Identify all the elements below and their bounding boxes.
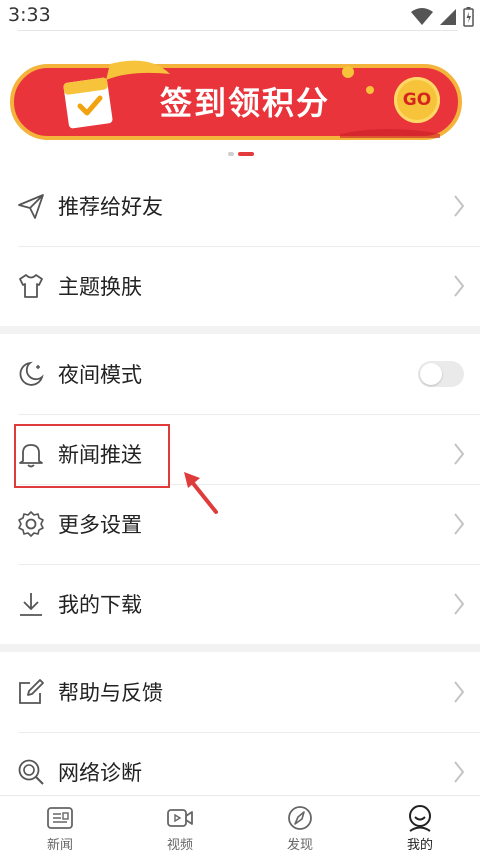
menu-item-night-mode[interactable]: 夜间模式	[0, 334, 480, 414]
annotation-arrow	[184, 472, 218, 514]
checkin-banner[interactable]: 签到领积分 GO	[10, 60, 462, 142]
status-bar: 3:33	[0, 0, 480, 32]
tab-video[interactable]: 视频	[120, 796, 240, 855]
tab-discover[interactable]: 发现	[240, 796, 360, 855]
status-time: 3:33	[8, 4, 51, 26]
menu-label-recommend: 推荐给好友	[58, 195, 163, 219]
download-icon	[20, 593, 42, 616]
tab-label-video: 视频	[166, 838, 193, 853]
menu-item-help[interactable]: 帮助与反馈	[0, 652, 480, 732]
tab-news[interactable]: 新闻	[0, 796, 120, 855]
status-icons	[411, 7, 474, 27]
profile-icon	[409, 805, 431, 832]
gear-icon	[18, 511, 44, 537]
night-mode-toggle[interactable]	[418, 361, 464, 387]
send-icon	[18, 194, 44, 219]
menu-item-recommend[interactable]: 推荐给好友	[0, 166, 480, 246]
go-button[interactable]: GO	[394, 77, 440, 123]
video-icon	[167, 809, 193, 827]
tshirt-icon	[19, 274, 43, 298]
menu-label-more-settings: 更多设置	[58, 513, 142, 537]
chevron-right-icon	[454, 275, 465, 297]
menu-label-network: 网络诊断	[58, 761, 142, 785]
chevron-right-icon	[454, 443, 465, 465]
tab-mine[interactable]: 我的	[360, 796, 480, 855]
wifi-icon	[411, 8, 433, 25]
chevron-right-icon	[454, 513, 465, 535]
tab-label-discover: 发现	[286, 838, 313, 853]
status-divider	[18, 30, 458, 31]
compass-icon	[288, 806, 312, 830]
chevron-right-icon	[454, 681, 465, 703]
menu-item-downloads[interactable]: 我的下载	[0, 564, 480, 644]
menu-label-help: 帮助与反馈	[58, 681, 163, 705]
menu-label-night: 夜间模式	[58, 363, 142, 387]
menu-label-theme: 主题换肤	[58, 275, 142, 299]
bottom-tab-bar: 新闻 视频 发现 我的	[0, 795, 480, 855]
pagination-dot-active	[238, 152, 254, 156]
menu-item-theme[interactable]: 主题换肤	[0, 246, 480, 326]
banner-pagination	[228, 152, 254, 156]
menu-label-downloads: 我的下载	[58, 593, 142, 617]
chevron-right-icon	[454, 593, 465, 615]
chevron-right-icon	[454, 195, 465, 217]
annotation-highlight-box	[14, 424, 170, 488]
signal-icon	[440, 9, 456, 25]
news-icon	[47, 807, 73, 829]
battery-icon	[463, 7, 474, 27]
banner-title: 签到领积分	[160, 84, 331, 122]
section-divider	[0, 644, 480, 652]
magnifier-icon	[18, 759, 44, 785]
calendar-icon	[63, 77, 113, 129]
edit-icon	[19, 679, 44, 704]
chevron-right-icon	[454, 761, 465, 783]
tab-label-news: 新闻	[46, 838, 73, 853]
section-divider	[0, 326, 480, 334]
toggle-knob	[420, 363, 442, 385]
menu-item-more-settings[interactable]: 更多设置	[0, 484, 480, 564]
moon-icon	[19, 361, 44, 386]
pagination-dot	[228, 152, 234, 156]
tab-label-mine: 我的	[406, 838, 433, 853]
